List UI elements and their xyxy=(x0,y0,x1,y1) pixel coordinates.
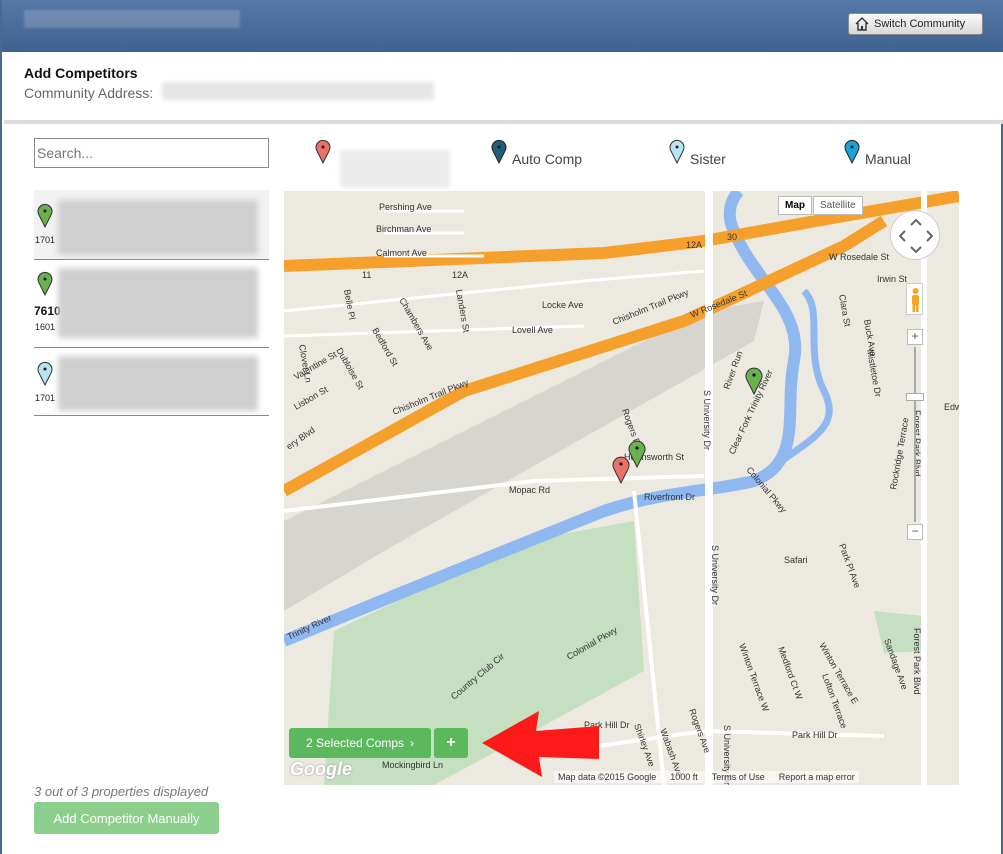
map-street-label: Calmont Ave xyxy=(376,248,427,258)
google-logo: Google xyxy=(290,759,352,779)
home-icon xyxy=(855,17,869,31)
zoom-in-button[interactable]: + xyxy=(907,329,923,345)
top-bar: Switch Community xyxy=(2,0,1003,52)
map-street-label: 30 xyxy=(727,232,737,242)
green-pin-icon xyxy=(37,203,53,228)
legend-sister-label: Sister xyxy=(690,151,726,167)
list-item-details-redacted xyxy=(58,356,258,411)
list-item-details-redacted xyxy=(58,200,258,255)
selected-comps-label: 2 Selected Comps xyxy=(305,736,405,750)
properties-count-text: 3 out of 3 properties displayed xyxy=(34,784,209,799)
selected-comps-button[interactable]: 2 Selected Comps › xyxy=(289,728,431,758)
map-street-label: S University Dr xyxy=(702,390,712,450)
pan-control[interactable] xyxy=(890,210,940,260)
blue-pin-icon xyxy=(844,139,860,164)
list-item-number: 1701 xyxy=(35,235,56,245)
zoom-out-button[interactable]: − xyxy=(907,524,923,540)
switch-community-label: Switch Community xyxy=(874,18,966,30)
map-street-label: Lisbon St xyxy=(292,384,330,412)
add-competitor-manually-button[interactable]: Add Competitor Manually xyxy=(34,802,219,834)
list-item-zip: 7610 xyxy=(34,304,61,318)
legend-competitor xyxy=(314,138,450,188)
legend-auto-comp-label: Auto Comp xyxy=(512,151,583,167)
light-blue-pin-icon xyxy=(37,361,53,386)
community-title-redacted xyxy=(24,10,240,28)
app-frame: Switch Community Add Competitors Communi… xyxy=(0,0,1003,854)
map-scale-text: 1000 ft xyxy=(670,772,698,782)
map-type-map-button[interactable]: Map xyxy=(778,196,812,215)
map-street-label: Mopac Rd xyxy=(509,485,550,495)
map-street-label: Safari xyxy=(784,555,808,565)
red-pin-icon xyxy=(315,139,331,164)
map-attribution: Map data ©2015 Google 1000 ft Terms of U… xyxy=(554,771,859,783)
map-data-text: Map data ©2015 Google xyxy=(558,772,657,782)
terms-of-use-link[interactable]: Terms of Use xyxy=(712,772,765,782)
legend-manual-label: Manual xyxy=(865,151,911,167)
map-type-satellite-button[interactable]: Satellite xyxy=(813,196,863,215)
map-street-label: ery Blvd xyxy=(284,425,316,452)
map-canvas[interactable]: Pershing Ave Birchman Ave Calmont Ave Locke… xyxy=(284,191,959,785)
map-street-label: S University Dr xyxy=(710,545,720,605)
report-map-error-link[interactable]: Report a map error xyxy=(779,772,855,782)
legend-manual: Manual xyxy=(843,138,911,188)
map-street-label: Riverfront Dr xyxy=(644,492,695,502)
list-item-number: 1601 xyxy=(35,322,56,332)
map-street-label: Lovell Ave xyxy=(512,325,553,335)
list-item[interactable]: 1701 xyxy=(34,190,269,260)
zoom-track[interactable] xyxy=(914,347,916,522)
map-street-label: Irwin St xyxy=(877,274,908,284)
chevron-right-icon: › xyxy=(410,736,415,750)
map-street-label: Winton Terrace W xyxy=(737,642,771,713)
map-street-label: Mockingbird Ln xyxy=(382,760,443,770)
green-pin-icon xyxy=(37,271,53,296)
map-street-label: Medford Ct W xyxy=(776,645,805,701)
street-view-pegman-icon[interactable] xyxy=(906,283,923,315)
light-blue-pin-icon xyxy=(669,139,685,164)
map-street-label: Chambers Ave xyxy=(397,296,435,352)
search-input[interactable] xyxy=(34,138,269,168)
map-street-label: Edwin xyxy=(944,402,959,412)
add-comp-plus-button[interactable]: + xyxy=(434,728,468,758)
switch-community-button[interactable]: Switch Community xyxy=(848,13,983,35)
map-street-label: Birchman Ave xyxy=(376,224,431,234)
map-street-label: Pershing Ave xyxy=(379,202,432,212)
map-street-label: Clara St xyxy=(837,294,853,328)
zoom-slider-handle[interactable] xyxy=(906,393,924,401)
dark-blue-pin-icon xyxy=(491,139,507,164)
map-street-label: Locke Ave xyxy=(542,300,583,310)
legend-sister: Sister xyxy=(668,138,726,188)
list-item[interactable]: 1701 xyxy=(34,348,269,416)
legend-auto-comp: Auto Comp xyxy=(490,138,582,188)
map-street-label: Rockridge Terrace xyxy=(888,417,911,491)
map-street-label: 12A xyxy=(686,240,702,250)
property-list: 1701 7610 1601 1701 xyxy=(34,190,269,416)
map-street-label: Forest Park Blvd xyxy=(912,628,922,695)
green-pin-icon[interactable] xyxy=(628,440,646,469)
map-street-label: Landers St xyxy=(454,289,471,334)
map[interactable]: Pershing Ave Birchman Ave Calmont Ave Locke… xyxy=(284,191,959,785)
page-title: Add Competitors xyxy=(24,65,138,81)
map-street-label: W Rosedale St xyxy=(829,252,890,262)
list-item[interactable]: 7610 1601 xyxy=(34,260,269,348)
pan-arrows-icon xyxy=(898,218,934,254)
map-street-label: Park Pl Ave xyxy=(837,542,862,589)
list-item-details-redacted xyxy=(58,268,258,338)
page-header: Add Competitors Community Address: xyxy=(4,52,1003,124)
map-street-label: 12A xyxy=(452,270,468,280)
map-street-label: Dubloise St xyxy=(334,346,366,391)
community-address-redacted xyxy=(162,82,434,100)
legend-competitor-label-redacted xyxy=(340,150,450,188)
map-street-label: Mistletoe Dr xyxy=(865,349,883,398)
list-item-number: 1701 xyxy=(35,393,56,403)
map-street-label: Shirley Ave xyxy=(632,722,657,768)
community-address-label: Community Address: xyxy=(24,85,154,101)
map-street-label: 11 xyxy=(362,270,371,280)
map-street-label: Park Hill Dr xyxy=(792,730,838,740)
